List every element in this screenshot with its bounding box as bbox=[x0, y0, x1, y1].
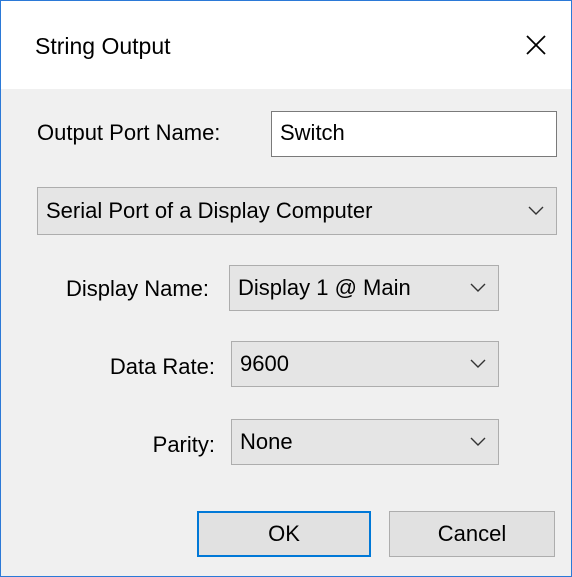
chevron-down-icon bbox=[458, 420, 498, 464]
port-type-select[interactable]: Serial Port of a Display Computer bbox=[37, 187, 557, 235]
data-rate-label: Data Rate: bbox=[109, 354, 215, 379]
port-type-value: Serial Port of a Display Computer bbox=[46, 198, 373, 223]
dialog-title: String Output bbox=[35, 33, 171, 59]
title-bar: String Output bbox=[1, 1, 571, 89]
display-name-select[interactable]: Display 1 @ Main bbox=[229, 265, 499, 311]
output-port-name-field[interactable]: Switch bbox=[271, 111, 557, 157]
display-name-label: Display Name: bbox=[65, 276, 209, 301]
ok-button[interactable]: OK bbox=[197, 511, 371, 557]
cancel-button[interactable]: Cancel bbox=[389, 511, 555, 557]
close-icon bbox=[526, 35, 546, 55]
chevron-down-icon bbox=[516, 188, 556, 234]
close-button[interactable] bbox=[501, 1, 571, 89]
chevron-down-icon bbox=[458, 266, 498, 310]
display-name-value: Display 1 @ Main bbox=[238, 275, 411, 300]
data-rate-value: 9600 bbox=[240, 351, 289, 376]
parity-select[interactable]: None bbox=[231, 419, 499, 465]
parity-label: Parity: bbox=[152, 432, 215, 457]
output-port-name-label: Output Port Name: bbox=[37, 120, 221, 145]
chevron-down-icon bbox=[458, 342, 498, 386]
data-rate-select[interactable]: 9600 bbox=[231, 341, 499, 387]
parity-value: None bbox=[240, 429, 293, 454]
string-output-dialog: String Output Output Port Name: Switch S… bbox=[0, 0, 572, 577]
